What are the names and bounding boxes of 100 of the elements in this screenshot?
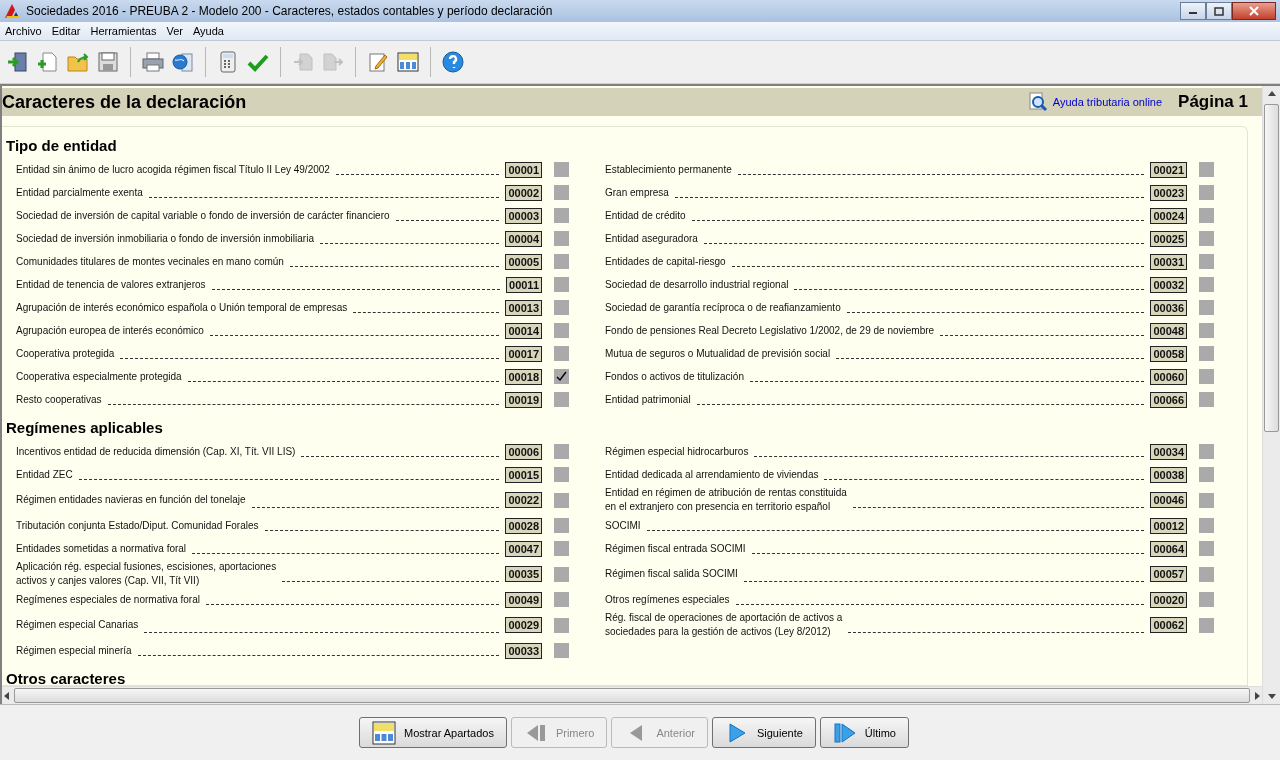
field-label: Régimen especial minería (16, 643, 132, 658)
section-heading: Tipo de entidad (6, 137, 118, 154)
box-code: 00062 (1150, 617, 1187, 633)
checkbox[interactable] (1199, 346, 1214, 361)
box-code: 00035 (505, 566, 542, 582)
box-code: 00025 (1150, 230, 1187, 247)
box-code: 00004 (505, 230, 542, 247)
box-code: 00057 (1150, 566, 1187, 582)
checkbox[interactable] (1199, 617, 1214, 633)
checkbox[interactable] (1199, 323, 1214, 338)
field-label: Resto cooperativas (16, 392, 102, 407)
nav-button[interactable]: Último (819, 717, 909, 748)
skip-last-icon (832, 720, 857, 745)
box-code: 00015 (505, 466, 542, 483)
checkbox[interactable] (554, 541, 569, 556)
box-code: 00017 (505, 345, 542, 362)
checkbox[interactable] (1199, 467, 1214, 482)
checkbox[interactable] (554, 300, 569, 315)
close-button[interactable] (1232, 2, 1276, 20)
field-label: Régimen especial Canarias (16, 618, 139, 632)
menu-item[interactable]: Editar (46, 25, 86, 37)
field-label: Entidad sin ánimo de lucro acogida régimen fiscal Título II Ley 49/2002 (16, 162, 330, 177)
field-label: Cooperativa especialmente protegida (16, 369, 182, 384)
box-code: 00031 (1150, 253, 1187, 270)
checkbox[interactable] (554, 518, 569, 533)
checkbox[interactable] (554, 254, 569, 269)
box-code: 00013 (505, 299, 542, 316)
checkbox[interactable] (554, 643, 569, 658)
horizontal-scrollbar[interactable] (2, 686, 1262, 704)
box-code: 00003 (505, 207, 542, 224)
maximize-button[interactable] (1206, 2, 1232, 20)
panels-window-icon (372, 720, 396, 745)
checkbox[interactable] (1199, 254, 1214, 269)
menu-item[interactable]: Archivo (0, 25, 47, 37)
checkbox[interactable] (554, 346, 569, 361)
menu-item[interactable]: Ver (161, 25, 188, 37)
checkbox[interactable] (1199, 541, 1214, 556)
box-code: 00049 (505, 591, 542, 608)
checkbox[interactable] (1199, 518, 1214, 533)
checkbox[interactable] (1199, 162, 1214, 177)
box-code: 00022 (505, 492, 542, 508)
field-label: Entidad patrimonial (605, 392, 691, 407)
checkbox[interactable] (554, 369, 569, 384)
menu-item[interactable]: Herramientas (85, 25, 162, 37)
nav-button[interactable]: Siguiente (711, 717, 816, 748)
checkbox[interactable] (554, 444, 569, 459)
panels-window-icon (396, 50, 420, 74)
checkbox[interactable] (1199, 444, 1214, 459)
checkbox[interactable] (1199, 231, 1214, 246)
checkbox[interactable] (1199, 300, 1214, 315)
checkbox[interactable] (1199, 277, 1214, 292)
help-icon (441, 50, 465, 74)
menu-item[interactable]: Ayuda (188, 25, 229, 37)
checkbox[interactable] (554, 185, 569, 200)
checkbox[interactable] (554, 162, 569, 177)
checkbox[interactable] (554, 392, 569, 407)
checkbox[interactable] (1199, 492, 1214, 508)
checkbox[interactable] (554, 323, 569, 338)
field-label: Comunidades titulares de montes vecinales en mano común (16, 254, 284, 269)
field-label: Sociedad de desarrollo industrial regional (605, 277, 789, 292)
box-code: 00020 (1150, 591, 1187, 608)
checkbox[interactable] (554, 231, 569, 246)
field-label: Régimen especial hidrocarburos (605, 444, 749, 459)
box-code: 00032 (1150, 276, 1187, 293)
scroll-up-icon[interactable] (1266, 89, 1277, 99)
box-code: 00060 (1150, 368, 1187, 385)
field-label: Tributación conjunta Estado/Diput. Comunidad Forales (16, 518, 259, 533)
vertical-scrollbar[interactable] (1262, 86, 1280, 704)
magnifier-document-icon (1027, 92, 1048, 112)
checkbox[interactable] (554, 492, 569, 508)
checkbox[interactable] (1199, 566, 1214, 582)
checkbox[interactable] (554, 208, 569, 223)
box-code: 00047 (505, 540, 542, 557)
minimize-button[interactable] (1180, 2, 1206, 20)
app-logo-icon (4, 3, 20, 19)
checkbox[interactable] (1199, 208, 1214, 223)
field-label: Regímenes especiales de normativa foral (16, 592, 200, 607)
checkbox[interactable] (554, 566, 569, 582)
box-code: 00006 (505, 443, 542, 460)
checkbox[interactable] (1199, 392, 1214, 407)
checkbox[interactable] (554, 277, 569, 292)
nav-button[interactable]: Mostrar Apartados (359, 717, 507, 748)
checkbox[interactable] (554, 617, 569, 633)
box-code: 00019 (505, 391, 542, 408)
box-code: 00018 (505, 368, 542, 385)
scroll-left-icon[interactable] (2, 690, 12, 701)
checkbox[interactable] (1199, 369, 1214, 384)
scroll-down-icon[interactable] (1266, 691, 1277, 701)
exit-door-icon (6, 50, 30, 74)
field-label: Incentivos entidad de reducida dimensión (Cap. XI, Tít. VII LIS) (16, 444, 296, 459)
checkbox[interactable] (1199, 185, 1214, 200)
field-label: SOCIMI (605, 518, 641, 533)
field-label: Régimen fiscal salida SOCIMI (605, 567, 738, 581)
toolbar-button[interactable] (439, 48, 467, 76)
checkbox[interactable] (554, 467, 569, 482)
checkbox[interactable] (554, 592, 569, 607)
checkbox[interactable] (1199, 592, 1214, 607)
help-link[interactable]: Ayuda tributaria online (1027, 92, 1163, 112)
field-label: Entidad aseguradora (605, 231, 698, 246)
box-code: 00014 (505, 322, 542, 339)
